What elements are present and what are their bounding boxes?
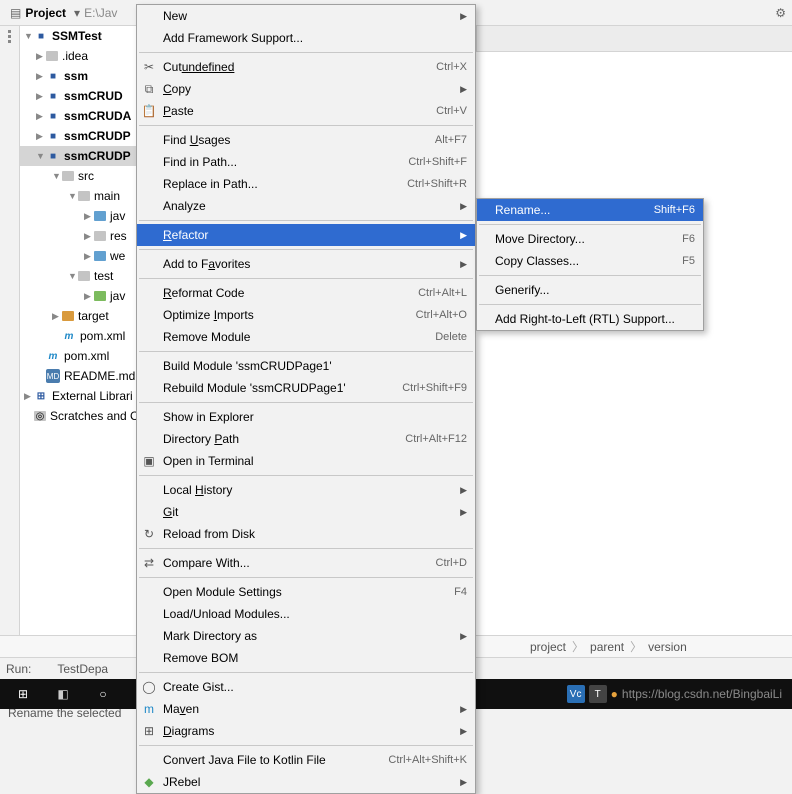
menu-item[interactable]: mMaven▶ (137, 698, 475, 720)
menu-item[interactable]: Rebuild Module 'ssmCRUDPage1'Ctrl+Shift+… (137, 377, 475, 399)
menu-item[interactable]: Optimize ImportsCtrl+Alt+O (137, 304, 475, 326)
tree-node[interactable]: ▶.idea (20, 46, 139, 66)
menu-item[interactable]: ✂CutundefinedCtrl+X (137, 56, 475, 78)
menu-item[interactable]: Local History▶ (137, 479, 475, 501)
refactor-submenu[interactable]: Rename...Shift+F6 Move Directory...F6Copy… (476, 198, 704, 331)
tree-node[interactable]: ▼■ssmCRUDP (20, 146, 139, 166)
tree-node[interactable]: ▶⊞External Librari (20, 386, 139, 406)
tree-node[interactable]: ▼test (20, 266, 139, 286)
menu-item[interactable]: Find UsagesAlt+F7 (137, 129, 475, 151)
tree-node[interactable]: mpom.xml (20, 346, 139, 366)
menu-item[interactable]: Replace in Path...Ctrl+Shift+R (137, 173, 475, 195)
menu-item[interactable]: ⇄Compare With...Ctrl+D (137, 552, 475, 574)
project-tree[interactable]: ▼■SSMTest▶.idea▶■ssm▶■ssmCRUD▶■ssmCRUDA▶… (20, 26, 140, 635)
tree-node[interactable]: ▶■ssmCRUDP (20, 126, 139, 146)
breadcrumb-item[interactable]: project (530, 640, 566, 654)
menu-item[interactable]: 📋PasteCtrl+V (137, 100, 475, 122)
tree-node[interactable]: ▼main (20, 186, 139, 206)
menu-item[interactable]: ◆JRebel▶ (137, 771, 475, 793)
test-config[interactable]: TestDepa (57, 662, 108, 676)
menu-item[interactable]: ◯Create Gist... (137, 676, 475, 698)
menu-item[interactable]: Remove BOM (137, 647, 475, 669)
menu-item[interactable]: Move Directory...F6 (477, 228, 703, 250)
dropdown-icon[interactable]: ▾ (74, 6, 80, 20)
breadcrumb-item[interactable]: version (648, 640, 687, 654)
tree-node[interactable]: ◎Scratches and C (20, 406, 139, 426)
project-path: E:\Jav (84, 6, 117, 20)
menu-item[interactable]: New▶ (137, 5, 475, 27)
tree-node[interactable]: ▶jav (20, 206, 139, 226)
gear-icon[interactable]: ⚙ (775, 6, 786, 20)
tray-icon[interactable]: Vc (567, 685, 585, 703)
menu-item[interactable]: Add Right-to-Left (RTL) Support... (477, 308, 703, 330)
tree-node[interactable]: ▼src (20, 166, 139, 186)
tree-node[interactable]: ▶we (20, 246, 139, 266)
menu-item[interactable]: ▣Open in Terminal (137, 450, 475, 472)
project-dropdown-icon[interactable]: ▤ (10, 6, 21, 20)
menu-item[interactable]: Analyze▶ (137, 195, 475, 217)
menu-item[interactable]: Directory PathCtrl+Alt+F12 (137, 428, 475, 450)
menu-item[interactable]: Build Module 'ssmCRUDPage1' (137, 355, 475, 377)
menu-item[interactable]: Add to Favorites▶ (137, 253, 475, 275)
cortana-button[interactable]: ○ (84, 680, 122, 708)
menu-item[interactable]: Add Framework Support... (137, 27, 475, 49)
project-label: Project (25, 6, 66, 20)
tree-node[interactable]: mpom.xml (20, 326, 139, 346)
breadcrumb-item[interactable]: parent (590, 640, 624, 654)
menu-item[interactable]: Find in Path...Ctrl+Shift+F (137, 151, 475, 173)
tree-node[interactable]: ▶jav (20, 286, 139, 306)
tree-node[interactable]: MDREADME.md (20, 366, 139, 386)
tree-node[interactable]: ▶■ssm (20, 66, 139, 86)
menu-item[interactable]: Rename...Shift+F6 (477, 199, 703, 221)
context-menu[interactable]: New▶Add Framework Support... ✂Cutundefine… (136, 4, 476, 794)
menu-item[interactable]: Show in Explorer (137, 406, 475, 428)
menu-item[interactable]: Convert Java File to Kotlin FileCtrl+Alt… (137, 749, 475, 771)
tray-icon[interactable]: T (589, 685, 607, 703)
tree-node[interactable]: ▶■ssmCRUD (20, 86, 139, 106)
menu-item[interactable]: Generify... (477, 279, 703, 301)
tree-node[interactable]: ▶target (20, 306, 139, 326)
run-label: Run: (6, 662, 31, 676)
task-view-button[interactable]: ◧ (44, 680, 82, 708)
menu-item[interactable]: Copy Classes...F5 (477, 250, 703, 272)
tree-node[interactable]: ▼■SSMTest (20, 26, 139, 46)
menu-item[interactable]: ⧉Copy▶ (137, 78, 475, 100)
menu-item[interactable]: ↻Reload from Disk (137, 523, 475, 545)
menu-item[interactable]: Reformat CodeCtrl+Alt+L (137, 282, 475, 304)
start-button[interactable]: ⊞ (4, 680, 42, 708)
menu-item[interactable]: Git▶ (137, 501, 475, 523)
menu-item[interactable]: ⊞Diagrams▶ (137, 720, 475, 742)
menu-item[interactable]: Load/Unload Modules... (137, 603, 475, 625)
watermark: https://blog.csdn.net/BingbaiLi (622, 687, 782, 701)
menu-item[interactable]: Refactor▶ (137, 224, 475, 246)
menu-item[interactable]: Mark Directory as▶ (137, 625, 475, 647)
left-gutter (0, 26, 20, 635)
menu-item[interactable]: Remove ModuleDelete (137, 326, 475, 348)
tree-node[interactable]: ▶■ssmCRUDA (20, 106, 139, 126)
tree-node[interactable]: ▶res (20, 226, 139, 246)
menu-item[interactable]: Open Module SettingsF4 (137, 581, 475, 603)
